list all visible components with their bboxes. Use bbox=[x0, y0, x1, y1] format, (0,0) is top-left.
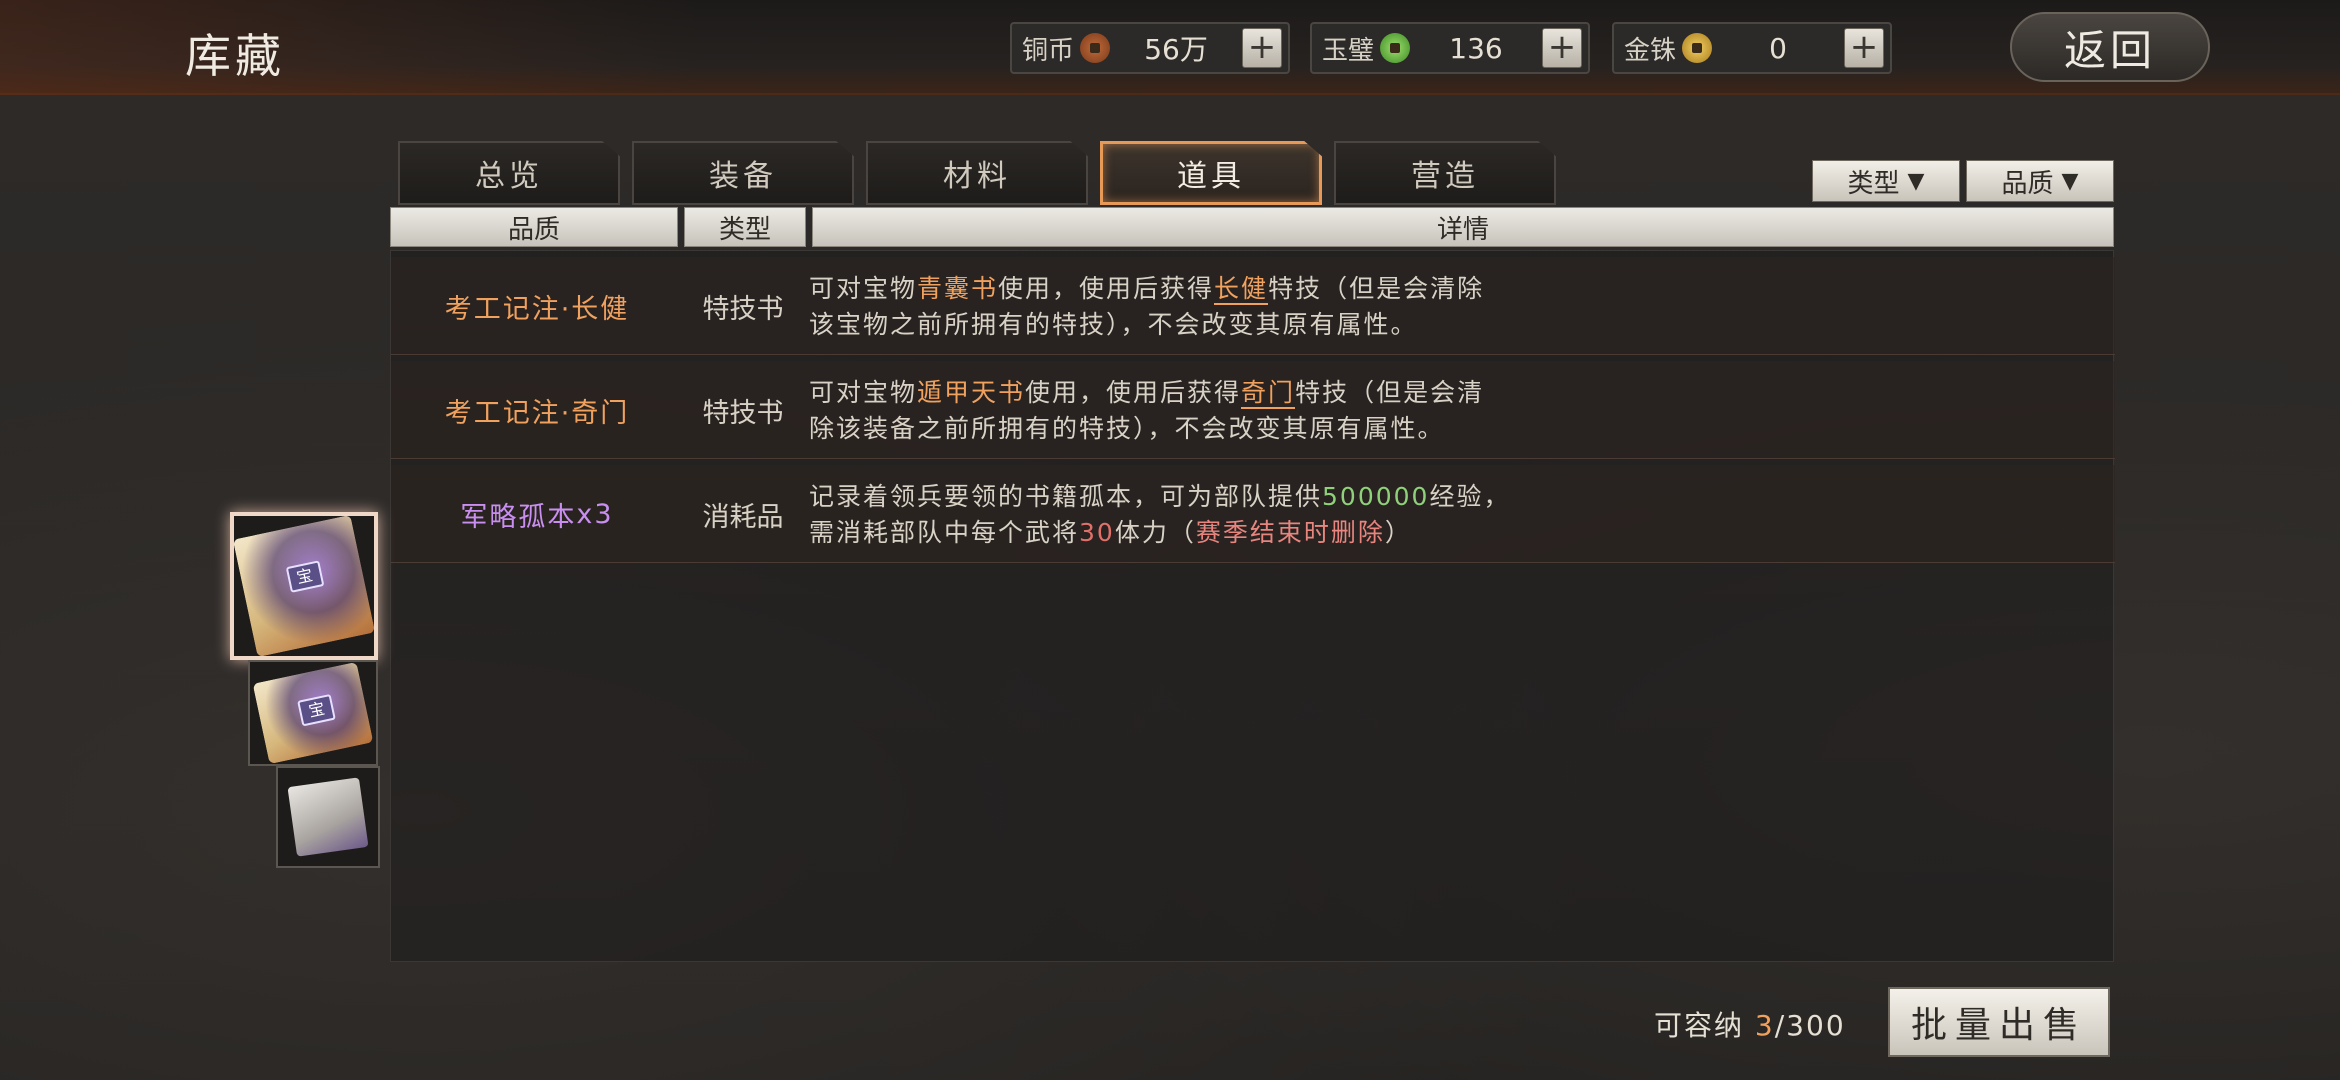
book-icon bbox=[287, 777, 369, 857]
tab-items[interactable]: 道具 bbox=[1100, 141, 1322, 205]
item-table: 考工记注·长健 特技书 可对宝物青囊书使用，使用后获得长健特技（但是会清除 该宝… bbox=[390, 250, 2115, 962]
bulk-sell-button[interactable]: 批量出售 bbox=[1888, 987, 2110, 1057]
item-name: 军略孤本 bbox=[460, 501, 577, 533]
header-detail: 详情 bbox=[812, 207, 2114, 247]
detail-text: 体力（ bbox=[1114, 518, 1196, 547]
item-type: 消耗品 bbox=[702, 501, 784, 533]
table-row[interactable]: 考工记注·长健 特技书 可对宝物青囊书使用，使用后获得长健特技（但是会清除 该宝… bbox=[391, 257, 2115, 355]
currency-label: 玉璧 bbox=[1322, 35, 1375, 66]
currency-copper: 铜币 56万 + bbox=[1010, 22, 1290, 74]
detail-text: 使用，使用后获得 bbox=[998, 274, 1215, 303]
detail-text: 记录着领兵要领的书籍孤本，可为部队提供 bbox=[809, 482, 1323, 511]
tab-equipment[interactable]: 装备 bbox=[632, 141, 854, 205]
item-detail: 可对宝物青囊书使用，使用后获得长健特技（但是会清除 该宝物之前所拥有的特技），不… bbox=[809, 271, 1569, 343]
detail-text: 特技（但是会清除 bbox=[1268, 274, 1485, 303]
page-title: 库藏 bbox=[185, 29, 285, 83]
capacity-used: 3 bbox=[1754, 1009, 1775, 1042]
jade-disc-icon bbox=[1380, 33, 1411, 63]
currency-label: 金铢 bbox=[1624, 35, 1677, 66]
table-row[interactable]: 军略孤本 x3 消耗品 记录着领兵要领的书籍孤本，可为部队提供500000经验， … bbox=[391, 465, 2115, 563]
item-name-wrap: 军略孤本 x3 bbox=[391, 465, 683, 563]
gold-coin-icon bbox=[1682, 33, 1713, 63]
type-filter-dropdown[interactable]: 类型 ▼ bbox=[1812, 160, 1960, 202]
item-name: 考工记注·奇门 bbox=[444, 397, 630, 429]
add-copper-button[interactable]: + bbox=[1242, 28, 1282, 68]
detail-text: 经验， bbox=[1429, 482, 1511, 511]
capacity-display: 可容纳 3/300 bbox=[1654, 1004, 1846, 1044]
exp-value: 500000 bbox=[1322, 482, 1430, 511]
caret-down-icon: ▼ bbox=[1907, 168, 1925, 194]
skill-link[interactable]: 长健 bbox=[1214, 274, 1269, 305]
tab-construction[interactable]: 营造 bbox=[1334, 141, 1556, 205]
expiry-note: 赛季结束时删除 bbox=[1195, 518, 1385, 547]
treasure-name: 遁甲天书 bbox=[917, 378, 1026, 407]
tab-materials[interactable]: 材料 bbox=[866, 141, 1088, 205]
scroll-icon: 宝 bbox=[252, 662, 374, 764]
tab-overview[interactable]: 总览 bbox=[398, 141, 620, 205]
stamina-value: 30 bbox=[1079, 518, 1115, 547]
quality-filter-dropdown[interactable]: 品质 ▼ bbox=[1966, 160, 2114, 202]
table-header: 品质 类型 详情 bbox=[390, 207, 2114, 247]
currency-jade: 玉璧 136 + bbox=[1310, 22, 1590, 74]
scroll-icon: 宝 bbox=[234, 516, 374, 656]
category-tabs: 总览 装备 材料 道具 营造 bbox=[398, 141, 1556, 205]
item-count: x3 bbox=[576, 498, 614, 530]
item-detail: 记录着领兵要领的书籍孤本，可为部队提供500000经验， 需消耗部队中每个武将3… bbox=[809, 479, 1569, 551]
currency-value: 0 bbox=[1769, 31, 1787, 65]
table-row[interactable]: 考工记注·奇门 特技书 可对宝物遁甲天书使用，使用后获得奇门特技（但是会清 除该… bbox=[391, 361, 2115, 459]
item-detail: 可对宝物遁甲天书使用，使用后获得奇门特技（但是会清 除该装备之前所拥有的特技），… bbox=[809, 375, 1569, 447]
add-jade-button[interactable]: + bbox=[1542, 28, 1582, 68]
item-type: 特技书 bbox=[702, 397, 784, 429]
detail-text: 使用，使用后获得 bbox=[1025, 378, 1242, 407]
item-name: 考工记注·长健 bbox=[444, 293, 630, 325]
type-filter-label: 类型 bbox=[1847, 168, 1900, 199]
book-thumb[interactable] bbox=[276, 766, 380, 868]
currency-value: 136 bbox=[1449, 31, 1503, 65]
detail-text: 可对宝物 bbox=[809, 274, 918, 303]
caret-down-icon: ▼ bbox=[2061, 168, 2079, 194]
header-quality: 品质 bbox=[390, 207, 678, 247]
capacity-total: /300 bbox=[1774, 1009, 1846, 1042]
currency-label: 铜币 bbox=[1022, 35, 1075, 66]
detail-text: ） bbox=[1384, 518, 1412, 547]
treasure-name: 青囊书 bbox=[917, 274, 999, 303]
scroll-treasure-thumb-selected[interactable]: 宝 bbox=[230, 512, 378, 660]
add-gold-button[interactable]: + bbox=[1844, 28, 1884, 68]
back-label: 返回 bbox=[2063, 25, 2156, 75]
detail-text: 可对宝物 bbox=[809, 378, 918, 407]
detail-text: 该宝物之前所拥有的特技），不会改变其原有属性。 bbox=[809, 310, 1418, 339]
detail-text: 除该装备之前所拥有的特技），不会改变其原有属性。 bbox=[809, 414, 1445, 443]
detail-text: 特技（但是会清 bbox=[1295, 378, 1485, 407]
skill-link[interactable]: 奇门 bbox=[1241, 378, 1296, 409]
currency-gold: 金铢 0 + bbox=[1612, 22, 1892, 74]
item-type: 特技书 bbox=[702, 293, 784, 325]
quality-filter-label: 品质 bbox=[2001, 168, 2054, 199]
header-type: 类型 bbox=[684, 207, 806, 247]
back-button[interactable]: 返回 bbox=[2010, 12, 2210, 82]
scroll-treasure-thumb[interactable]: 宝 bbox=[248, 660, 378, 766]
copper-coin-icon bbox=[1080, 33, 1111, 63]
detail-text: 需消耗部队中每个武将 bbox=[809, 518, 1080, 547]
capacity-label: 可容纳 bbox=[1654, 1009, 1745, 1042]
currency-value: 56万 bbox=[1144, 33, 1208, 66]
